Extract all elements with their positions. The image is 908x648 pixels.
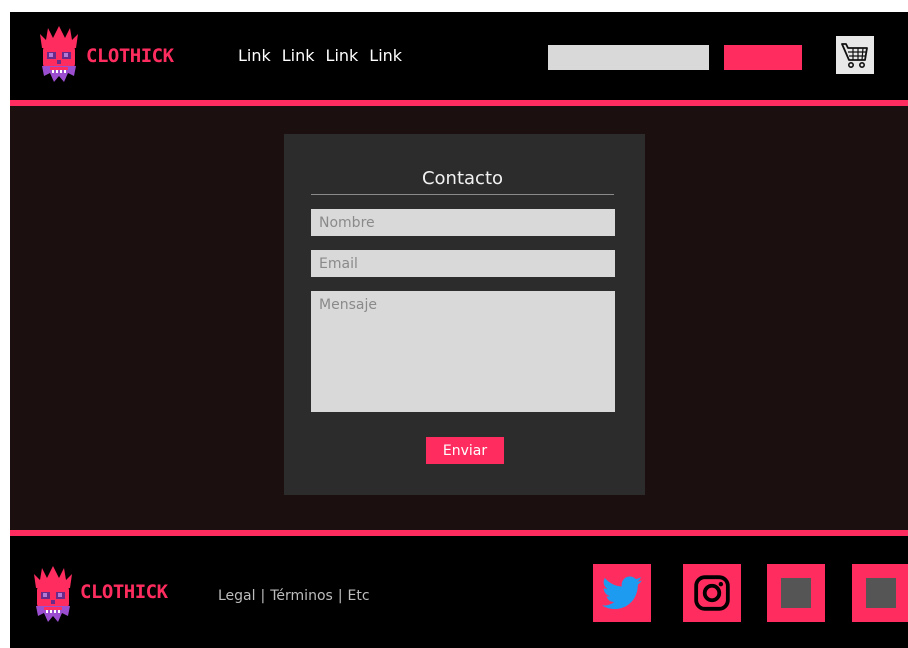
skull-logo-icon bbox=[34, 566, 72, 622]
header: CLOTHICK Link Link Link Link bbox=[10, 12, 908, 100]
twitter-icon bbox=[602, 576, 642, 609]
twitter-button[interactable] bbox=[593, 564, 651, 622]
social-button-4[interactable] bbox=[852, 564, 908, 622]
placeholder-icon bbox=[781, 578, 811, 608]
nav-link-4[interactable]: Link bbox=[369, 46, 402, 65]
brand-logo[interactable]: CLOTHICK bbox=[38, 26, 174, 84]
skull-logo-icon bbox=[40, 26, 78, 82]
social-button-3[interactable] bbox=[767, 564, 825, 622]
email-field[interactable] bbox=[311, 250, 615, 277]
nav-link-2[interactable]: Link bbox=[282, 46, 315, 65]
contact-form: Contacto Enviar bbox=[284, 134, 645, 495]
title-divider bbox=[311, 194, 614, 195]
placeholder-icon bbox=[866, 578, 896, 608]
instagram-button[interactable] bbox=[683, 564, 741, 622]
footer-links: Legal | Términos | Etc bbox=[218, 588, 370, 604]
send-button[interactable]: Enviar bbox=[426, 437, 504, 464]
footer-link-etc[interactable]: Etc bbox=[348, 588, 370, 604]
cart-button[interactable] bbox=[836, 36, 874, 74]
footer-link-terminos[interactable]: Términos bbox=[270, 588, 333, 604]
contact-title: Contacto bbox=[421, 168, 504, 189]
brand-name: CLOTHICK bbox=[86, 45, 174, 67]
footer: CLOTHICK Legal | Términos | Etc bbox=[10, 536, 908, 648]
footer-link-legal[interactable]: Legal bbox=[218, 588, 256, 604]
shopping-cart-icon bbox=[841, 43, 868, 68]
message-field[interactable] bbox=[311, 291, 615, 412]
main-nav: Link Link Link Link bbox=[238, 46, 402, 65]
footer-brand-name: CLOTHICK bbox=[80, 581, 168, 603]
nav-link-1[interactable]: Link bbox=[238, 46, 271, 65]
footer-brand-logo[interactable]: CLOTHICK bbox=[32, 566, 168, 624]
name-field[interactable] bbox=[311, 209, 615, 236]
search-input[interactable] bbox=[548, 45, 709, 70]
main-content: Contacto Enviar bbox=[10, 106, 908, 530]
search-button[interactable] bbox=[724, 45, 802, 70]
nav-link-3[interactable]: Link bbox=[326, 46, 359, 65]
footer-separator: | bbox=[337, 588, 343, 604]
footer-separator: | bbox=[260, 588, 266, 604]
instagram-icon bbox=[694, 575, 730, 611]
page-frame: CLOTHICK Link Link Link Link Contacto No… bbox=[10, 12, 908, 648]
